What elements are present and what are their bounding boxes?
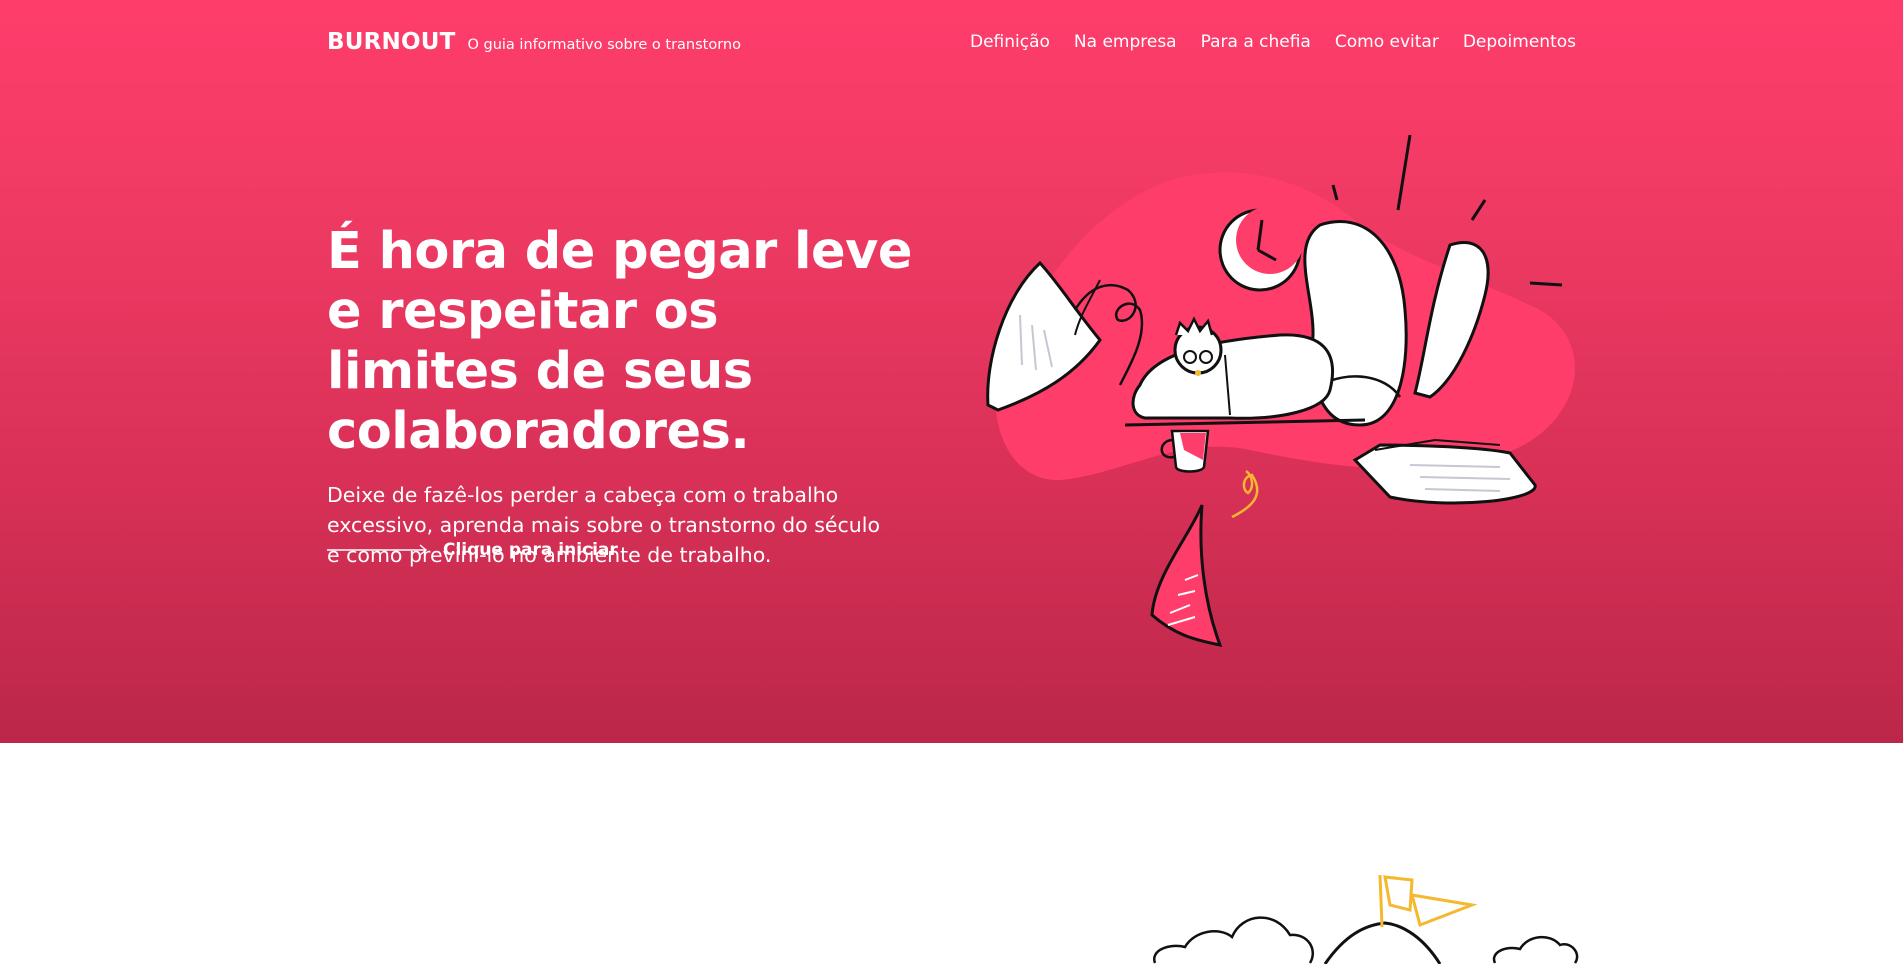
nav-link-como-evitar[interactable]: Como evitar (1335, 32, 1439, 52)
brand-logo[interactable]: BURNOUT (327, 29, 455, 55)
brand: BURNOUT O guia informativo sobre o trans… (327, 29, 741, 55)
nav-link-para-a-chefia[interactable]: Para a chefia (1201, 32, 1311, 52)
mountain-flag-clouds-illustration (1153, 874, 1579, 964)
long-arrow-right-icon (327, 544, 428, 556)
start-button-label: Clique para iniciar (443, 540, 618, 560)
nav-link-na-empresa[interactable]: Na empresa (1074, 32, 1177, 52)
hero-section: BURNOUT O guia informativo sobre o trans… (0, 0, 1903, 743)
stressed-worker-illustration (986, 135, 1575, 648)
nav-link-definicao[interactable]: Definição (970, 32, 1050, 52)
top-navigation-bar: BURNOUT O guia informativo sobre o trans… (327, 26, 1576, 58)
brand-tagline: O guia informativo sobre o transtorno (467, 37, 741, 53)
main-nav: Definição Na empresa Para a chefia Como … (970, 32, 1576, 52)
hero-text: É hora de pegar leve e respeitar os limi… (327, 222, 917, 570)
start-button[interactable]: Clique para iniciar (327, 540, 618, 560)
hero-title: É hora de pegar leve e respeitar os limi… (327, 222, 912, 461)
nav-link-depoimentos[interactable]: Depoimentos (1463, 32, 1576, 52)
